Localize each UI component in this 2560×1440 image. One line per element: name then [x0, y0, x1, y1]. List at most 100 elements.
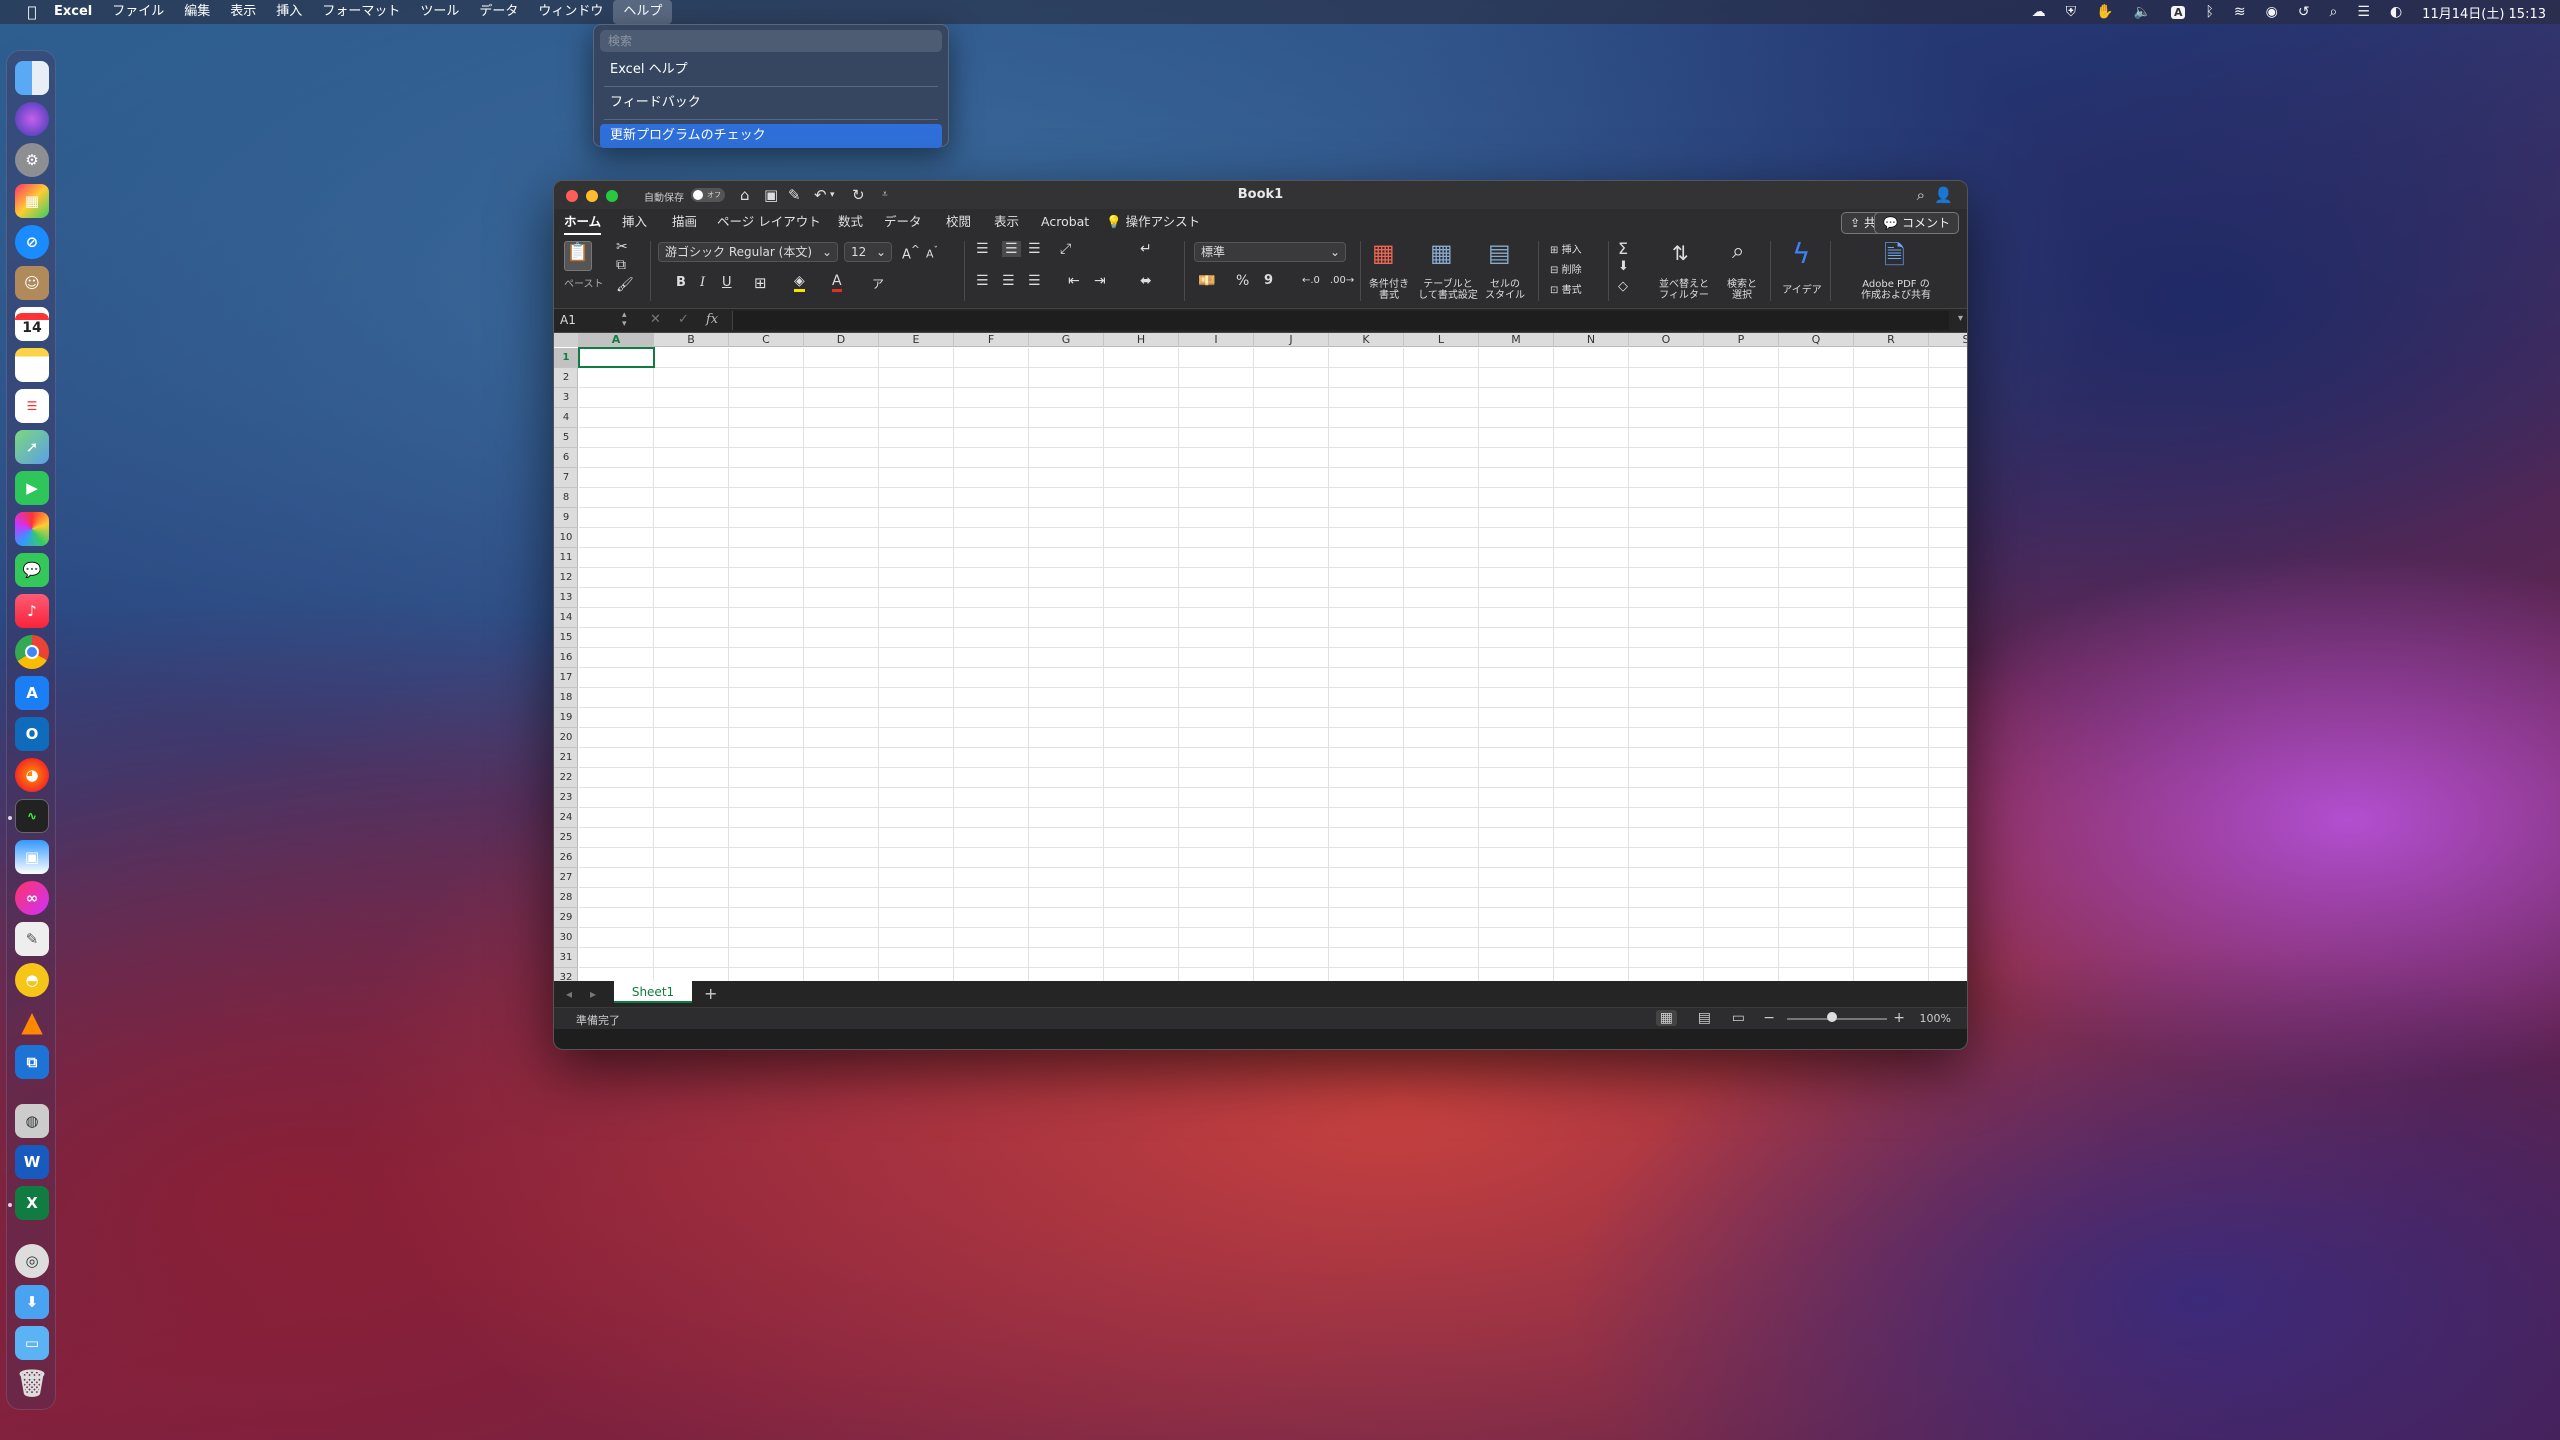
volume-icon[interactable]: 🔈: [2134, 4, 2151, 20]
menu-window[interactable]: ウィンドウ: [528, 0, 613, 24]
row-header-23[interactable]: 23: [554, 788, 578, 808]
column-header-k[interactable]: K: [1329, 333, 1404, 347]
cancel-formula-icon[interactable]: ✕: [650, 312, 661, 327]
column-header-r[interactable]: R: [1854, 333, 1929, 347]
screen-sharing-icon[interactable]: ⧉: [15, 1045, 49, 1079]
search-icon[interactable]: ⌕: [1917, 186, 1925, 204]
cyberduck-icon[interactable]: ◓: [15, 963, 49, 997]
disk-utility-icon[interactable]: ◍: [15, 1104, 49, 1138]
align-top-icon[interactable]: ☰: [976, 241, 989, 257]
tab-draw[interactable]: 描画: [672, 209, 697, 235]
column-header-n[interactable]: N: [1554, 333, 1629, 347]
row-header-16[interactable]: 16: [554, 648, 578, 668]
sheet-tab-sheet1[interactable]: Sheet1: [614, 981, 692, 1003]
column-header-o[interactable]: O: [1629, 333, 1704, 347]
row-header-8[interactable]: 8: [554, 488, 578, 508]
decrease-decimal-icon[interactable]: .00→: [1330, 275, 1354, 286]
row-header-12[interactable]: 12: [554, 568, 578, 588]
row-header-19[interactable]: 19: [554, 708, 578, 728]
menubar-clock[interactable]: 11月14日(土) 15:13: [2422, 3, 2546, 22]
find-select-icon[interactable]: ⌕: [1732, 239, 1744, 264]
fill-color-icon[interactable]: ◈: [794, 273, 805, 292]
column-header-p[interactable]: P: [1704, 333, 1779, 347]
phonetic-icon[interactable]: ア: [872, 275, 884, 292]
vlc-icon[interactable]: ▲: [15, 1004, 49, 1038]
row-header-21[interactable]: 21: [554, 748, 578, 768]
row-header-5[interactable]: 5: [554, 428, 578, 448]
siri-icon[interactable]: [15, 102, 49, 136]
conditional-format-icon[interactable]: ▦: [1372, 239, 1395, 267]
safari-icon[interactable]: ⊘: [15, 225, 49, 259]
downloads-folder-icon[interactable]: ⬇: [15, 1285, 49, 1319]
menu-insert[interactable]: 挿入: [266, 0, 312, 24]
column-header-f[interactable]: F: [954, 333, 1029, 347]
menu-data[interactable]: データ: [469, 0, 528, 24]
menu-item-feedback[interactable]: フィードバック: [600, 91, 942, 115]
row-header-20[interactable]: 20: [554, 728, 578, 748]
paste-icon[interactable]: 📋: [564, 241, 592, 271]
currency-icon[interactable]: 💴: [1198, 273, 1215, 289]
column-header-q[interactable]: Q: [1779, 333, 1854, 347]
select-all-corner[interactable]: [554, 333, 579, 347]
tab-formulas[interactable]: 数式: [838, 209, 863, 235]
row-header-9[interactable]: 9: [554, 508, 578, 528]
trash-icon[interactable]: 🗑: [15, 1367, 49, 1401]
calendar-icon[interactable]: 14: [15, 307, 49, 341]
column-header-m[interactable]: M: [1479, 333, 1554, 347]
menu-item-excel-help[interactable]: Excel ヘルプ: [600, 58, 942, 82]
prev-sheet-icon[interactable]: ◂: [566, 987, 572, 1001]
number-format-select[interactable]: 標準 ⌄: [1194, 242, 1346, 262]
menu-file[interactable]: ファイル: [102, 0, 174, 24]
font-name-select[interactable]: 游ゴシック Regular (本文) ⌄: [658, 242, 838, 262]
user-icon[interactable]: ◉: [2266, 4, 2278, 20]
maps-icon[interactable]: ➚: [15, 430, 49, 464]
row-header-3[interactable]: 3: [554, 388, 578, 408]
row-header-6[interactable]: 6: [554, 448, 578, 468]
autosum-icon[interactable]: Σ: [1618, 239, 1628, 258]
row-header-11[interactable]: 11: [554, 548, 578, 568]
underline-button[interactable]: U: [722, 275, 732, 290]
finder-icon[interactable]: [15, 61, 49, 95]
name-box-stepper-icon[interactable]: ▴ ▾: [622, 311, 627, 329]
menu-app-name[interactable]: Excel: [44, 0, 102, 24]
excel-icon[interactable]: X: [15, 1186, 49, 1220]
fill-icon[interactable]: ⬇: [1618, 259, 1629, 274]
decrease-indent-icon[interactable]: ⇤: [1068, 273, 1080, 289]
input-method-icon[interactable]: A: [2170, 5, 2186, 19]
adobe-pdf-icon[interactable]: 🗎: [1884, 237, 1905, 281]
row-header-17[interactable]: 17: [554, 668, 578, 688]
row-header-29[interactable]: 29: [554, 908, 578, 928]
notes-icon[interactable]: [15, 348, 49, 382]
firefox-icon[interactable]: ◕: [15, 758, 49, 792]
sort-filter-icon[interactable]: ⇅: [1672, 241, 1689, 265]
shield-icon[interactable]: ⛨: [2066, 4, 2077, 20]
account-icon[interactable]: 👤: [1934, 186, 1953, 204]
outlook-icon[interactable]: O: [15, 717, 49, 751]
cell-styles-label[interactable]: セルの スタイル: [1480, 279, 1530, 301]
row-header-24[interactable]: 24: [554, 808, 578, 828]
ideas-label[interactable]: アイデア: [1780, 281, 1824, 296]
cell-area[interactable]: [579, 348, 1967, 981]
wrap-text-icon[interactable]: ↵: [1140, 241, 1152, 257]
hand-icon[interactable]: ✋: [2096, 4, 2113, 20]
apple-menu-icon[interactable]: : [20, 3, 44, 21]
messages-icon[interactable]: 💬: [15, 553, 49, 587]
menu-item-check-updates[interactable]: 更新プログラムのチェック: [600, 124, 942, 148]
italic-button[interactable]: I: [700, 275, 705, 290]
find-select-label[interactable]: 検索と 選択: [1720, 279, 1764, 301]
column-header-i[interactable]: I: [1179, 333, 1254, 347]
row-header-22[interactable]: 22: [554, 768, 578, 788]
folder-icon[interactable]: ▭: [15, 1326, 49, 1360]
column-header-e[interactable]: E: [879, 333, 954, 347]
next-sheet-icon[interactable]: ▸: [590, 987, 596, 1001]
column-header-b[interactable]: B: [654, 333, 729, 347]
row-header-31[interactable]: 31: [554, 948, 578, 968]
borders-icon[interactable]: ⊞: [754, 274, 767, 292]
bluetooth-icon[interactable]: ᛒ: [2205, 4, 2213, 20]
row-header-18[interactable]: 18: [554, 688, 578, 708]
column-header-h[interactable]: H: [1104, 333, 1179, 347]
system-preferences-icon[interactable]: ⚙: [15, 143, 49, 177]
tab-review[interactable]: 校閲: [946, 209, 971, 235]
clear-icon[interactable]: ◇: [1618, 279, 1628, 294]
column-header-j[interactable]: J: [1254, 333, 1329, 347]
